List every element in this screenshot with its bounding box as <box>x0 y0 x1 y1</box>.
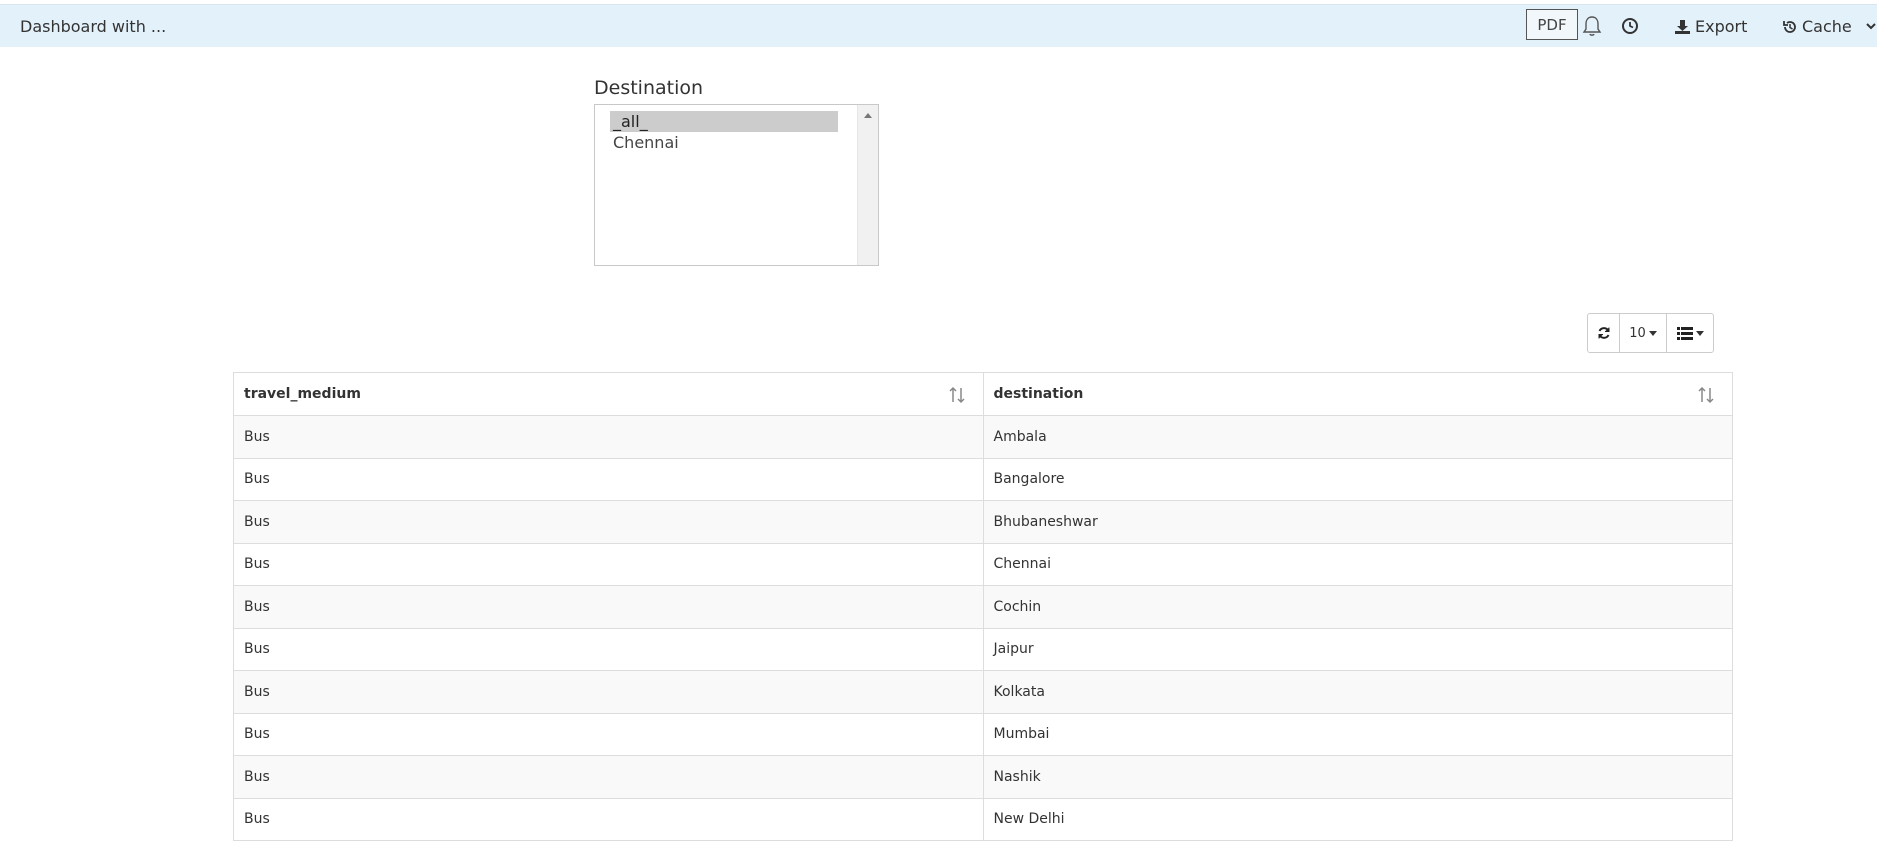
table-cell: Bangalore <box>982 457 1733 501</box>
table-cell: Bhubaneshwar <box>982 500 1733 544</box>
export-button[interactable]: Export <box>1674 5 1747 48</box>
table-cell: Jaipur <box>982 627 1733 671</box>
export-label: Export <box>1695 17 1748 36</box>
download-icon <box>1675 19 1690 34</box>
table-cell: Bus <box>233 585 984 629</box>
clock-icon[interactable] <box>1618 14 1642 38</box>
table-cell: Nashik <box>982 755 1733 799</box>
table-cell: Mumbai <box>982 712 1733 756</box>
listbox-option[interactable]: _all_ <box>610 111 838 132</box>
pdf-button[interactable]: PDF <box>1526 9 1578 40</box>
column-header-label: destination <box>993 386 1084 402</box>
column-header-destination[interactable]: destination <box>982 372 1733 416</box>
cache-button[interactable]: Cache <box>1782 5 1852 48</box>
sort-icon[interactable] <box>947 385 967 405</box>
table-cell: Bus <box>233 712 984 756</box>
listbox-scrollbar[interactable] <box>857 105 878 265</box>
list-icon <box>1676 326 1693 340</box>
table-cell: Bus <box>233 415 984 459</box>
history-icon <box>1783 20 1796 33</box>
table-cell: Ambala <box>982 415 1733 459</box>
table-cell: Bus <box>233 670 984 714</box>
refresh-icon <box>1598 327 1609 339</box>
caret-down-icon <box>1648 330 1657 336</box>
table-row: Bus Bangalore <box>233 457 1733 501</box>
table-cell: Cochin <box>982 585 1733 629</box>
dashboard-title: Dashboard with ... <box>20 17 167 36</box>
sort-icon[interactable] <box>1696 385 1716 405</box>
table-row: Bus Mumbai <box>233 712 1733 756</box>
table-row: Bus Nashik <box>233 755 1733 799</box>
scroll-up-arrow-icon[interactable] <box>864 113 872 118</box>
table-cell: Bus <box>233 627 984 671</box>
page-size-dropdown[interactable]: 10 <box>1619 313 1667 353</box>
table-row: Bus Cochin <box>233 585 1733 629</box>
table-cell: Bus <box>233 500 984 544</box>
table-cell: Bus <box>233 797 984 841</box>
table-row: Bus Jaipur <box>233 627 1733 671</box>
table-cell: Bus <box>233 542 984 586</box>
listbox-options: _all_ Chennai <box>610 111 838 153</box>
table-row: Bus Chennai <box>233 542 1733 586</box>
listbox-option[interactable]: Chennai <box>610 132 838 153</box>
caret-down-icon <box>1695 330 1704 336</box>
table-cell: Chennai <box>982 542 1733 586</box>
table-row: Bus Kolkata <box>233 670 1733 714</box>
table-cell: Kolkata <box>982 670 1733 714</box>
table-cell: Bus <box>233 457 984 501</box>
table-cell: New Delhi <box>982 797 1733 841</box>
destination-filter-label: Destination <box>594 77 704 99</box>
table-row: Bus New Delhi <box>233 797 1733 841</box>
table-cell: Bus <box>233 755 984 799</box>
bell-icon[interactable] <box>1580 14 1604 38</box>
chevron-down-icon[interactable] <box>1865 14 1877 38</box>
destination-listbox[interactable]: _all_ Chennai <box>594 104 879 266</box>
columns-dropdown[interactable] <box>1666 313 1714 353</box>
top-bar: Dashboard with ... PDF Export Cache <box>0 4 1877 47</box>
data-table: travel_medium destination Bus Ambala Bus Ba… <box>233 372 1733 841</box>
table-row: Bus Bhubaneshwar <box>233 500 1733 544</box>
table-toolbar: 10 <box>1587 313 1714 353</box>
table-body: Bus Ambala Bus Bangalore Bus Bhubaneshwar Bus C… <box>233 415 1733 841</box>
table-header-row: travel_medium destination <box>233 372 1733 416</box>
cache-label: Cache <box>1802 17 1852 36</box>
refresh-button[interactable] <box>1587 313 1620 353</box>
table-row: Bus Ambala <box>233 415 1733 459</box>
column-header-travel-medium[interactable]: travel_medium <box>233 372 984 416</box>
page-size-value: 10 <box>1629 325 1646 341</box>
column-header-label: travel_medium <box>244 386 361 402</box>
